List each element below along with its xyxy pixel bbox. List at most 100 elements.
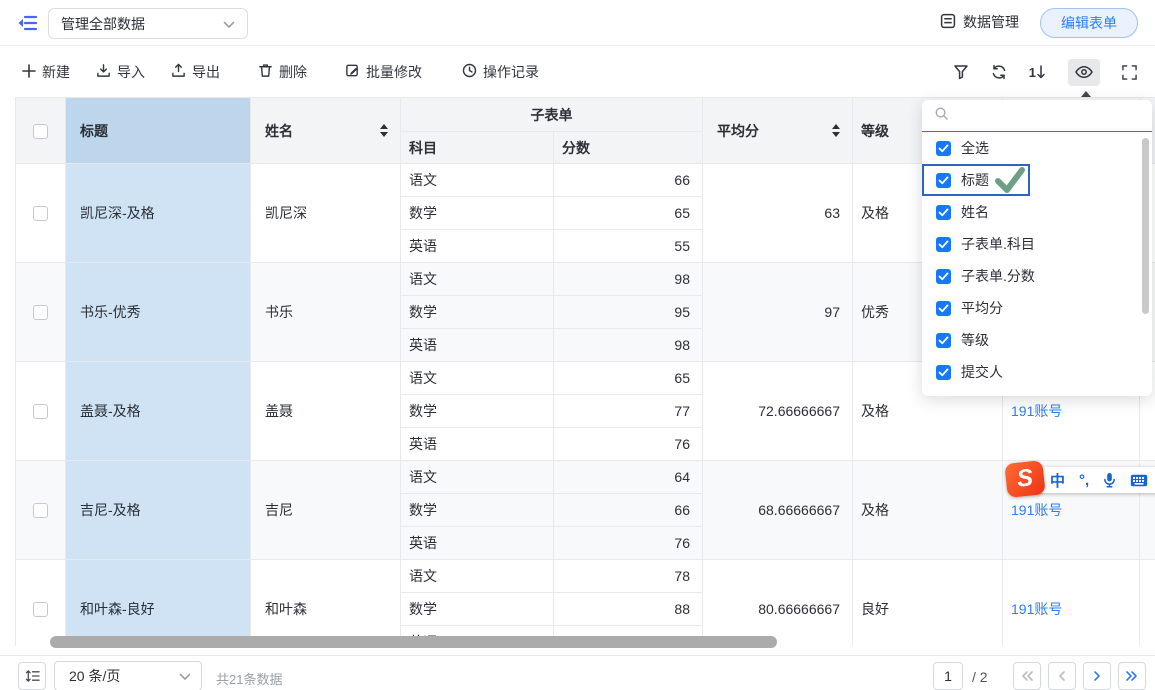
cell-score[interactable]: 66 [554, 494, 703, 527]
panel-item-submitter[interactable]: 提交人 [922, 356, 1152, 388]
cell-name[interactable]: 盖聂 [251, 362, 401, 461]
cell-score[interactable]: 65 [554, 362, 703, 395]
column-header-subject[interactable]: 科目 [401, 132, 554, 164]
checkbox-checked-icon[interactable] [936, 173, 951, 188]
sort-icon[interactable]: 1 [1029, 65, 1046, 80]
cell-score[interactable]: 76 [554, 527, 703, 560]
column-visibility-eye-icon[interactable] [1068, 59, 1100, 86]
column-header-name[interactable]: 姓名 [251, 98, 401, 164]
cell-subject[interactable]: 语文 [401, 263, 554, 296]
cell-subject[interactable]: 数学 [401, 296, 554, 329]
microphone-icon[interactable] [1103, 472, 1116, 488]
cell-name[interactable]: 吉尼 [251, 461, 401, 560]
cell-subject[interactable]: 数学 [401, 395, 554, 428]
cell-average[interactable]: 63 [703, 164, 853, 263]
cell-title[interactable]: 盖聂-及格 [66, 362, 251, 461]
cell-score[interactable]: 55 [554, 230, 703, 263]
cell-title[interactable]: 吉尼-及格 [66, 461, 251, 560]
cell-score[interactable]: 76 [554, 428, 703, 461]
select-all-checkbox[interactable] [33, 124, 48, 139]
cell-score[interactable]: 98 [554, 329, 703, 362]
cell-grade[interactable]: 良好 [853, 560, 1003, 647]
cell-score[interactable]: 64 [554, 461, 703, 494]
refresh-icon[interactable] [991, 64, 1007, 80]
panel-item-average[interactable]: 平均分 [922, 292, 1152, 324]
checkbox-checked-icon[interactable] [936, 269, 951, 284]
panel-item-subform-score[interactable]: 子表单.分数 [922, 260, 1152, 292]
cell-subject[interactable]: 语文 [401, 560, 554, 593]
cell-average[interactable]: 97 [703, 263, 853, 362]
cell-score[interactable]: 98 [554, 263, 703, 296]
row-checkbox[interactable] [33, 206, 48, 221]
last-page-button[interactable] [1118, 662, 1146, 690]
panel-item-select-all[interactable]: 全选 [922, 132, 1152, 164]
panel-scrollbar[interactable] [1142, 138, 1149, 314]
data-view-select[interactable]: 管理全部数据 [48, 8, 248, 39]
export-button[interactable]: 导出 [171, 62, 220, 82]
page-number-input[interactable]: 1 [933, 662, 963, 690]
cell-name[interactable]: 书乐 [251, 263, 401, 362]
checkbox-checked-icon[interactable] [936, 237, 951, 252]
sort-toggle-icon[interactable] [380, 124, 388, 137]
cell-score[interactable]: 78 [554, 560, 703, 593]
column-header-title[interactable]: 标题 [66, 98, 251, 164]
cell-subject[interactable]: 语文 [401, 164, 554, 197]
column-header-score[interactable]: 分数 [554, 132, 703, 164]
cell-score[interactable]: 88 [554, 593, 703, 626]
submitter-link[interactable]: 191账号 [1011, 601, 1062, 617]
cell-title[interactable]: 凯尼深-及格 [66, 164, 251, 263]
panel-item-name[interactable]: 姓名 [922, 196, 1152, 228]
checkbox-checked-icon[interactable] [936, 205, 951, 220]
cell-subject[interactable]: 英语 [401, 329, 554, 362]
operation-log-button[interactable]: 操作记录 [462, 62, 539, 82]
row-checkbox[interactable] [33, 404, 48, 419]
column-search-input[interactable] [957, 108, 1117, 123]
submitter-link[interactable]: 191账号 [1011, 502, 1062, 518]
cell-subject[interactable]: 英语 [401, 428, 554, 461]
cell-average[interactable]: 68.66666667 [703, 461, 853, 560]
sogou-logo-icon[interactable]: S [1004, 460, 1045, 498]
row-height-button[interactable] [18, 662, 46, 690]
cell-name[interactable]: 凯尼深 [251, 164, 401, 263]
data-manage-button[interactable]: 数据管理 [940, 12, 1019, 32]
cell-score[interactable]: 66 [554, 164, 703, 197]
ime-punctuation-icon[interactable]: °, [1079, 472, 1089, 489]
cell-title[interactable]: 书乐-优秀 [66, 263, 251, 362]
cell-subject[interactable]: 数学 [401, 593, 554, 626]
row-checkbox[interactable] [33, 305, 48, 320]
column-header-average[interactable]: 平均分 [703, 98, 853, 164]
horizontal-scrollbar[interactable] [50, 636, 777, 648]
submitter-link[interactable]: 191账号 [1011, 403, 1062, 419]
checkbox-checked-icon[interactable] [936, 301, 951, 316]
cell-subject[interactable]: 语文 [401, 461, 554, 494]
delete-button[interactable]: 删除 [258, 62, 307, 82]
filter-icon[interactable] [953, 64, 969, 80]
new-record-button[interactable]: 新建 [22, 62, 70, 82]
import-button[interactable]: 导入 [96, 62, 145, 82]
cell-title[interactable]: 和叶森-良好 [66, 560, 251, 647]
cell-subject[interactable]: 数学 [401, 197, 554, 230]
sort-toggle-icon[interactable] [832, 124, 840, 137]
previous-page-button[interactable] [1048, 662, 1076, 690]
cell-subject[interactable]: 英语 [401, 230, 554, 263]
panel-item-grade[interactable]: 等级 [922, 324, 1152, 356]
panel-item-subform-subject[interactable]: 子表单.科目 [922, 228, 1152, 260]
next-page-button[interactable] [1083, 662, 1111, 690]
cell-subject[interactable]: 英语 [401, 527, 554, 560]
cell-score[interactable]: 77 [554, 395, 703, 428]
cell-subject[interactable]: 数学 [401, 494, 554, 527]
panel-item-title[interactable]: 标题 [922, 164, 1152, 196]
row-checkbox[interactable] [33, 503, 48, 518]
cell-name[interactable]: 和叶森 [251, 560, 401, 647]
cell-score[interactable]: 95 [554, 296, 703, 329]
cell-average[interactable]: 80.66666667 [703, 560, 853, 647]
ime-language-mode-icon[interactable]: 中 [1050, 470, 1065, 491]
checkbox-checked-icon[interactable] [936, 333, 951, 348]
cell-average[interactable]: 72.66666667 [703, 362, 853, 461]
fullscreen-icon[interactable] [1122, 65, 1137, 80]
batch-edit-button[interactable]: 批量修改 [345, 62, 422, 82]
page-size-select[interactable]: 20 条/页 [54, 661, 202, 690]
cell-grade[interactable]: 及格 [853, 461, 1003, 560]
edit-form-button[interactable]: 编辑表单 [1040, 8, 1138, 38]
first-page-button[interactable] [1013, 662, 1041, 690]
